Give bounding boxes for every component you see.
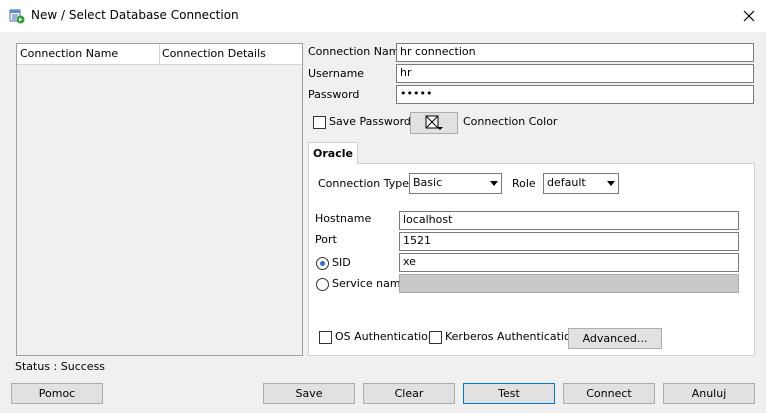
- connection-color-button[interactable]: [410, 112, 458, 134]
- port-label: Port: [315, 233, 337, 246]
- kerberos-authentication-checkbox[interactable]: [429, 331, 442, 344]
- connect-button[interactable]: Connect: [563, 383, 655, 404]
- chevron-down-icon: [607, 181, 615, 186]
- kerberos-authentication-label: Kerberos Authentication: [445, 330, 578, 343]
- sid-input[interactable]: xe: [399, 253, 739, 272]
- hostname-input[interactable]: localhost: [399, 211, 739, 230]
- close-button[interactable]: [736, 4, 762, 28]
- username-label: Username: [308, 67, 365, 80]
- connection-list[interactable]: Connection Name Connection Details: [16, 43, 303, 356]
- save-password-checkbox[interactable]: [313, 116, 326, 129]
- role-select[interactable]: default: [543, 173, 619, 194]
- connection-type-value: Basic: [413, 176, 443, 189]
- test-button[interactable]: Test: [463, 383, 555, 404]
- save-button[interactable]: Save: [263, 383, 355, 404]
- os-authentication-checkbox[interactable]: [319, 331, 332, 344]
- hostname-label: Hostname: [315, 212, 372, 225]
- connection-name-label: Connection Name: [308, 45, 407, 58]
- tab-oracle[interactable]: Oracle: [308, 142, 358, 164]
- os-authentication-label: OS Authentication: [335, 330, 435, 343]
- chevron-down-icon: [490, 181, 498, 186]
- role-value: default: [547, 176, 586, 189]
- service-name-radio[interactable]: [316, 278, 329, 291]
- sid-label: SID: [332, 256, 351, 269]
- password-input[interactable]: •••••: [396, 85, 754, 104]
- window-title: New / Select Database Connection: [31, 8, 239, 22]
- column-header-connection-name[interactable]: Connection Name: [20, 47, 118, 60]
- password-label: Password: [308, 88, 360, 101]
- column-header-connection-details[interactable]: Connection Details: [162, 47, 266, 60]
- cancel-button[interactable]: Anuluj: [663, 383, 755, 404]
- sid-radio[interactable]: [316, 257, 329, 270]
- advanced-button[interactable]: Advanced...: [568, 328, 662, 349]
- service-name-input[interactable]: [399, 274, 739, 293]
- connection-color-label: Connection Color: [463, 115, 558, 128]
- status-text: Status : Success: [15, 360, 106, 373]
- save-password-label: Save Password: [329, 115, 411, 128]
- connection-list-header: Connection Name Connection Details: [17, 44, 302, 65]
- no-color-swatch-icon: [425, 115, 443, 130]
- close-icon: [743, 10, 755, 22]
- column-divider[interactable]: [159, 44, 160, 64]
- clear-button[interactable]: Clear: [363, 383, 455, 404]
- role-label: Role: [512, 177, 536, 190]
- connection-type-label: Connection Type: [318, 177, 410, 190]
- database-connection-icon: [9, 8, 25, 24]
- username-input[interactable]: hr: [396, 64, 754, 83]
- help-button[interactable]: Pomoc: [11, 383, 103, 404]
- service-name-label: Service name: [332, 277, 408, 290]
- port-input[interactable]: 1521: [399, 232, 739, 251]
- connection-name-input[interactable]: hr connection: [396, 43, 754, 62]
- connection-type-select[interactable]: Basic: [409, 173, 502, 194]
